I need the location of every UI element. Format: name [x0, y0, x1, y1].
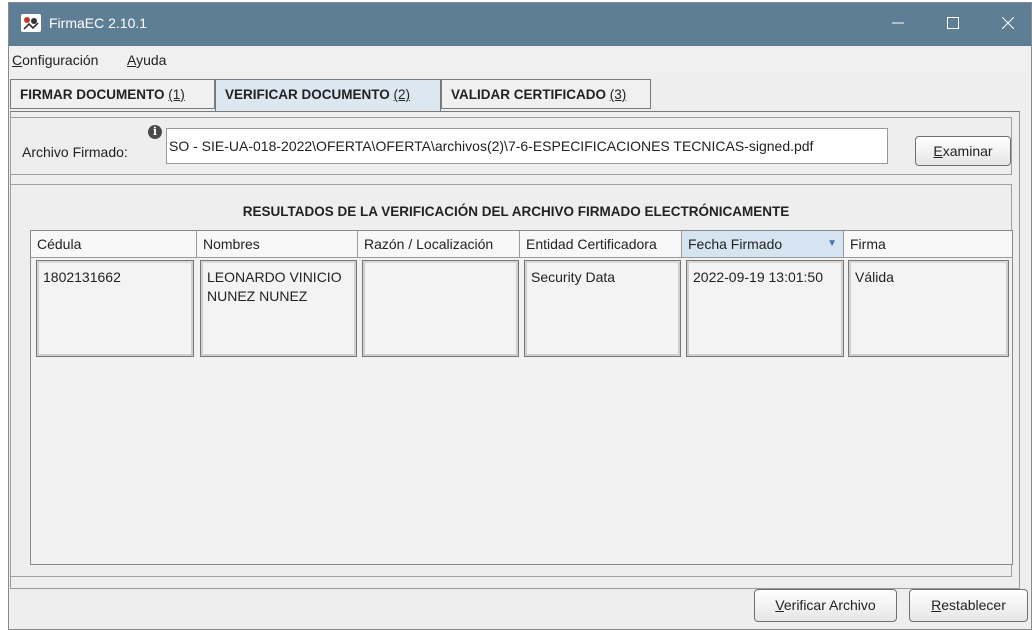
info-icon[interactable]: i [148, 125, 162, 139]
verify-file-button[interactable]: Verificar Archivo [754, 589, 897, 622]
menu-bar: Configuración Ayuda [9, 46, 1031, 72]
column-header-entidad[interactable]: Entidad Certificadora [520, 231, 682, 258]
column-header-firma[interactable]: Firma [844, 231, 1012, 258]
file-path-field[interactable]: SO - SIE-UA-018-2022\OFERTA\OFERTA\archi… [166, 128, 888, 164]
close-icon [1001, 16, 1015, 30]
sort-descending-icon: ▼ [827, 238, 837, 249]
column-header-fecha[interactable]: Fecha Firmado ▼ [682, 231, 844, 258]
window-title: FirmaEC 2.10.1 [49, 15, 148, 31]
results-title: RESULTADOS DE LA VERIFICACIÓN DEL ARCHIV… [242, 204, 790, 219]
cell-razon [362, 260, 519, 357]
cell-entidad: Security Data [524, 260, 681, 357]
reset-button[interactable]: Restablecer [909, 589, 1028, 622]
cell-firma: Válida [848, 260, 1009, 357]
cell-nombres: LEONARDO VINICIO NUNEZ NUNEZ [200, 260, 357, 357]
tab-firmar-documento[interactable]: FIRMAR DOCUMENTO (1) [10, 79, 215, 109]
cell-fecha: 2022-09-19 13:01:50 [686, 260, 844, 357]
app-logo-icon [21, 14, 41, 32]
close-button[interactable] [985, 3, 1031, 46]
minimize-icon [892, 22, 904, 24]
menu-configuracion[interactable]: Configuración [12, 52, 98, 68]
maximize-icon [947, 17, 959, 29]
column-header-razon[interactable]: Razón / Localización [358, 231, 520, 258]
title-bar[interactable]: FirmaEC 2.10.1 [9, 3, 1031, 46]
tab-verificar-documento[interactable]: VERIFICAR DOCUMENTO (2) [215, 79, 441, 112]
cell-cedula: 1802131662 [36, 260, 194, 357]
column-header-nombres[interactable]: Nombres [197, 231, 358, 258]
maximize-button[interactable] [930, 3, 976, 46]
menu-ayuda[interactable]: Ayuda [127, 52, 166, 68]
tab-validar-certificado[interactable]: VALIDAR CERTIFICADO (3) [441, 79, 651, 109]
results-table: Cédula Nombres Razón / Localización Enti… [30, 230, 1013, 565]
column-header-cedula[interactable]: Cédula [31, 231, 197, 258]
browse-button[interactable]: Examinar [915, 136, 1011, 166]
file-label: Archivo Firmado: [22, 144, 128, 160]
minimize-button[interactable] [875, 3, 921, 46]
